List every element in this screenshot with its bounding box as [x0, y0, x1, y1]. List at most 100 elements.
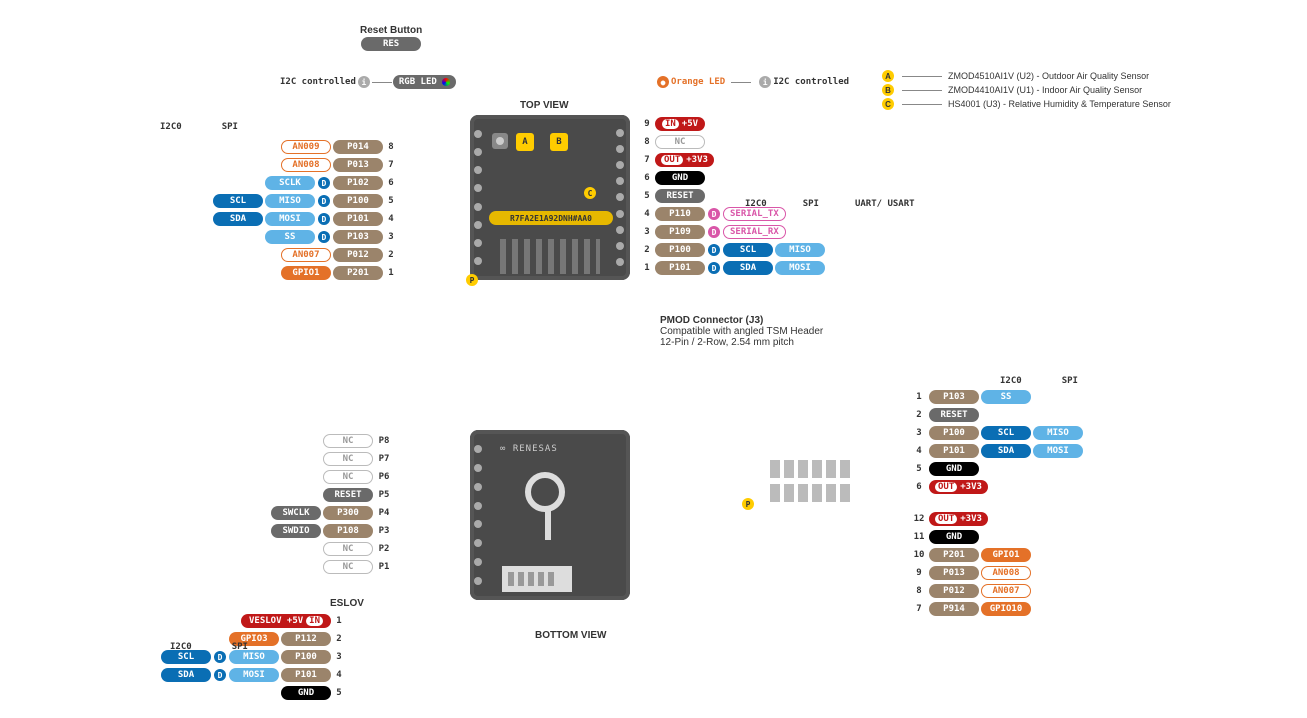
port-pin: P101	[655, 261, 705, 275]
pin-row: 1P101DSDAMOSI	[640, 259, 826, 277]
pin-number: 3	[910, 428, 928, 438]
port-pin: P112	[281, 632, 331, 646]
pin-number: 8	[640, 137, 654, 147]
board-bottom: ∞ RENESAS	[470, 430, 630, 600]
sensor-text-c: HS4001 (U3) - Relative Humidity & Temper…	[948, 99, 1171, 109]
pin-number: P4	[374, 508, 394, 518]
hdr-spi: SPI	[222, 122, 238, 132]
d-badge: D	[318, 195, 330, 207]
p-badge-top: P	[466, 274, 478, 286]
pin-number: P1	[374, 562, 394, 572]
serial-pin: SERIAL_RX	[723, 225, 786, 239]
pin-row: SCLMISODP1005	[160, 192, 398, 210]
rgb-led-pill: RGB LED	[393, 75, 456, 89]
pin-number: 11	[910, 532, 928, 542]
pmod-description: PMOD Connector (J3) Compatible with angl…	[660, 315, 823, 348]
pmod-line2: Compatible with angled TSM Header	[660, 326, 823, 337]
pin-number: P8	[374, 436, 394, 446]
analog-fn: AN007	[981, 584, 1031, 598]
port-pin: P100	[929, 426, 979, 440]
pin-number: 5	[384, 196, 398, 206]
pin-row: 7OUT+3V3	[640, 151, 826, 169]
pin-row: NCP8	[270, 432, 394, 450]
d-badge: D	[708, 262, 720, 274]
pmod-header-graphic	[770, 460, 850, 502]
pin-number: 6	[640, 173, 654, 183]
pin-number: 1	[910, 392, 928, 402]
pin-number: 4	[332, 670, 346, 680]
reset-button-label: Reset Button	[360, 25, 422, 36]
swd-pin: SWDIO	[271, 524, 321, 538]
pin-number: 9	[910, 568, 928, 578]
gpio-pin: GPIO1	[981, 548, 1031, 562]
pin-number: 2	[384, 250, 398, 260]
port-pin: P012	[929, 584, 979, 598]
pin-row: SWDIOP108P3	[270, 522, 394, 540]
port-pin: P110	[655, 207, 705, 221]
bottom-left-pin-table: NCP8NCP7NCP6RESETP5SWCLKP300P4SWDIOP108P…	[270, 432, 394, 576]
port-pin: P014	[333, 140, 383, 154]
pin-row: AN008P0137	[160, 156, 398, 174]
pin-number: 2	[332, 634, 346, 644]
hdr-i2c0: I2C0	[160, 122, 182, 132]
pin-number: 7	[640, 155, 654, 165]
pin-number: P3	[374, 526, 394, 536]
pin-number: 2	[640, 245, 654, 255]
port-pin: P013	[333, 158, 383, 172]
port-pin: P103	[333, 230, 383, 244]
sensor-chip-c: C	[584, 187, 596, 199]
pin-number: 10	[910, 550, 928, 560]
pin-row: AN009P0148	[160, 138, 398, 156]
pin-row: RESETP5	[270, 486, 394, 504]
top-view-label: TOP VIEW	[520, 100, 569, 111]
spi-pin: SS	[265, 230, 315, 244]
nc-pin: NC	[655, 135, 705, 149]
port-pin: P100	[333, 194, 383, 208]
spi-pin: SS	[981, 390, 1031, 404]
pin-number: 9	[640, 119, 654, 129]
pin-row: NCP6	[270, 468, 394, 486]
pin-row: 12OUT+3V3	[910, 510, 1084, 528]
i2c-pin: SCL	[723, 243, 773, 257]
pin-number: 5	[910, 464, 928, 474]
i2c-pin: SDA	[723, 261, 773, 275]
spi-pin: MOSI	[229, 668, 279, 682]
pin-row: 2P100DSCLMISO	[640, 241, 826, 259]
pin-row: NCP2	[270, 540, 394, 558]
pin-number: 3	[384, 232, 398, 242]
nc-pin: NC	[323, 452, 373, 466]
analog-fn: AN009	[281, 140, 331, 154]
pin-row: NCP1	[270, 558, 394, 576]
pmod-line3: 12-Pin / 2-Row, 2.54 mm pitch	[660, 337, 823, 348]
nc-pin: NC	[323, 542, 373, 556]
pin-row: SWCLKP300P4	[270, 504, 394, 522]
port-pin: P109	[655, 225, 705, 239]
sensor-chip-b: B	[550, 133, 568, 151]
pin-number: 5	[640, 191, 654, 201]
pin-number: 1	[640, 263, 654, 273]
pin-number: P2	[374, 544, 394, 554]
nc-pin: NC	[323, 470, 373, 484]
pin-number: P5	[374, 490, 394, 500]
orange-led-row: ● Orange LED i I2C controlled	[655, 73, 849, 91]
spi-pin: MISO	[265, 194, 315, 208]
info-icon: i	[759, 76, 771, 88]
eslov-headers: I2C0 SPI	[170, 638, 248, 656]
port-pin: P914	[929, 602, 979, 616]
pin-row: SDAMOSIDP1014	[160, 210, 398, 228]
pin-number: 3	[640, 227, 654, 237]
pin-number: 7	[910, 604, 928, 614]
pmod-title: PMOD Connector (J3)	[660, 315, 823, 326]
pin-row: SCLKDP1026	[160, 174, 398, 192]
eslov-connector-graphic	[502, 566, 572, 592]
nc-pin: NC	[323, 434, 373, 448]
power-pin: OUT+3V3	[929, 512, 988, 526]
pin-row: NCP7	[270, 450, 394, 468]
pin-row: 9P013AN008	[910, 564, 1084, 582]
d-badge: D	[214, 669, 226, 681]
spi-pin: MISO	[1033, 426, 1083, 440]
pin-number: 2	[910, 410, 928, 420]
i2c-pin: SCL	[981, 426, 1031, 440]
pin-row: SSDP1033	[160, 228, 398, 246]
gpio-pin: GPIO1	[281, 266, 331, 280]
